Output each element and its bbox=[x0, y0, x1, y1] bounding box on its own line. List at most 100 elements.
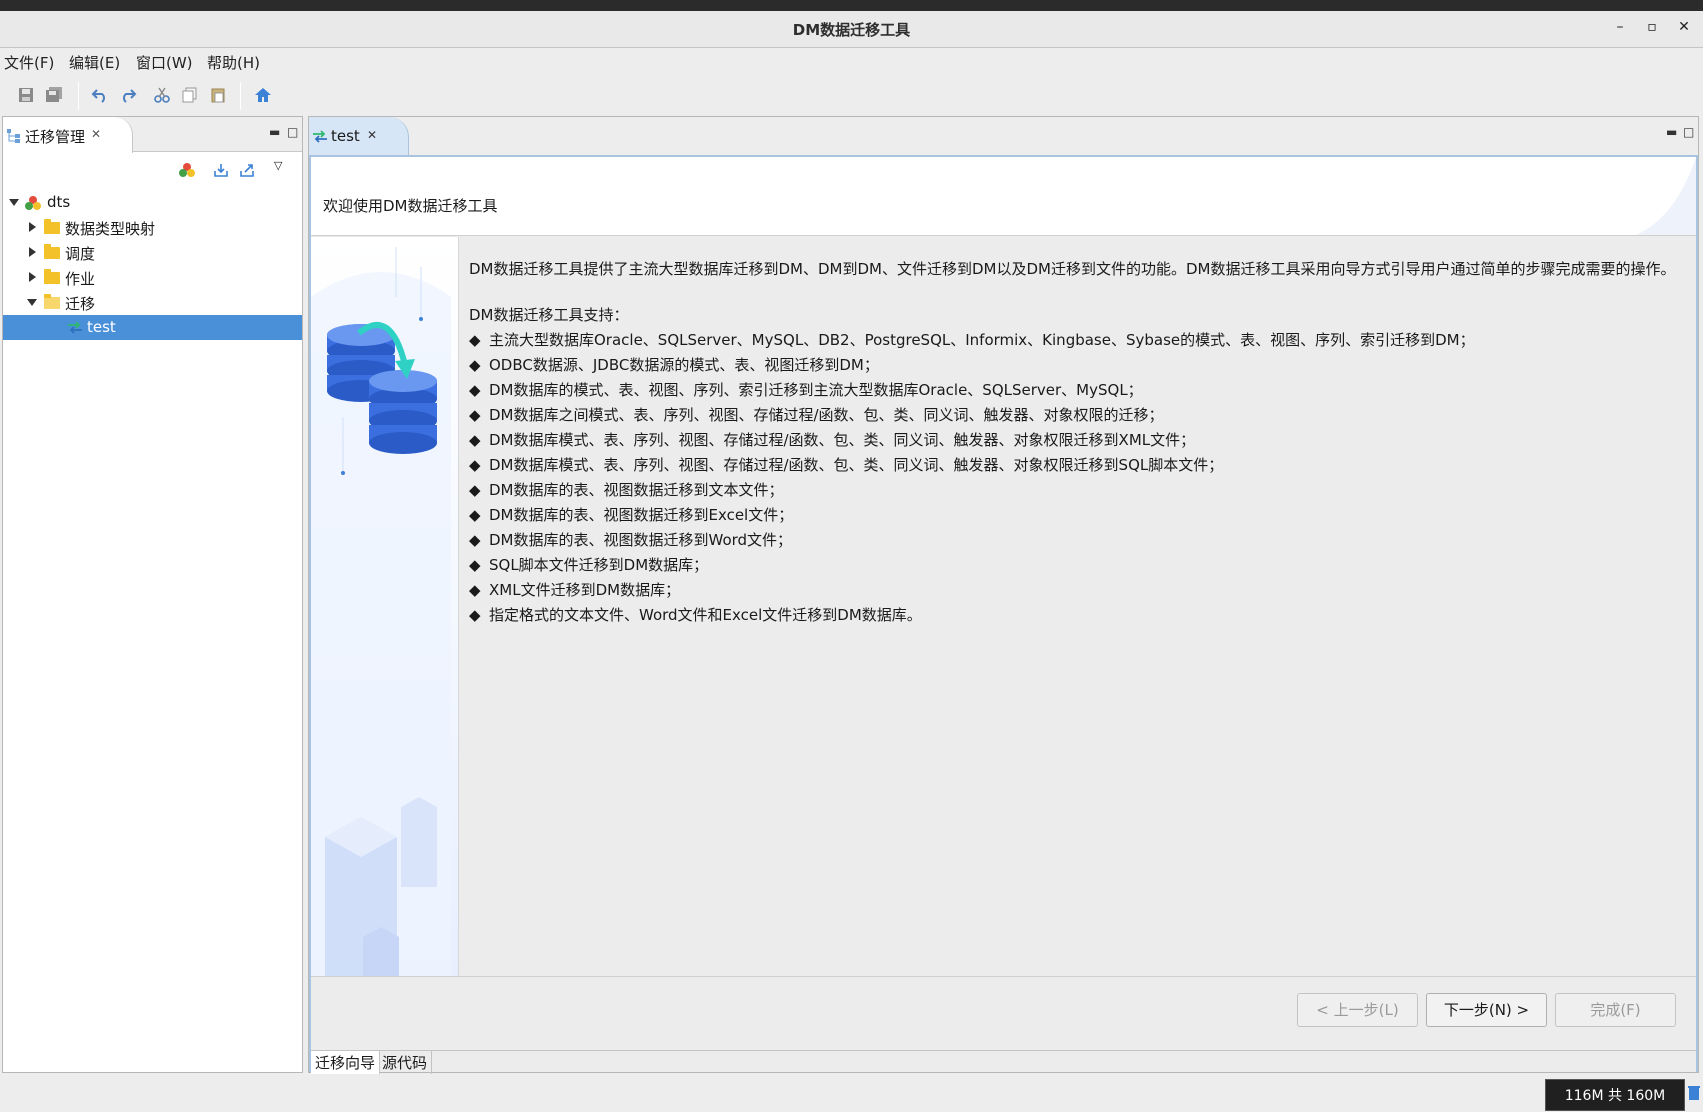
tree-label-root: dts bbox=[47, 193, 71, 211]
collapse-arrow-icon[interactable] bbox=[27, 299, 37, 306]
finish-button[interactable]: 完成(F) bbox=[1555, 993, 1676, 1027]
toolbar-separator bbox=[78, 82, 79, 110]
tab-migration-management[interactable]: 迁移管理 ✕ bbox=[3, 117, 133, 153]
menu-help[interactable]: 帮助(H) bbox=[207, 52, 260, 73]
bullet-icon: ◆ bbox=[469, 606, 481, 624]
intro-text: DM数据迁移工具提供了主流大型数据库迁移到DM、DM到DM、文件迁移到DM以及D… bbox=[469, 260, 1676, 278]
previous-button[interactable]: < 上一步(L) bbox=[1297, 993, 1418, 1027]
tree-view-icon bbox=[7, 129, 21, 147]
support-item-text: DM数据库模式、表、序列、视图、存储过程/函数、包、类、同义词、触发器、对象权限… bbox=[489, 431, 1196, 449]
folder-icon bbox=[44, 219, 60, 234]
support-item: ◆ DM数据库的表、视图数据迁移到文本文件； bbox=[469, 478, 1689, 503]
support-item: ◆ DM数据库的模式、表、视图、序列、索引迁移到主流大型数据库Oracle、SQL… bbox=[469, 378, 1689, 403]
editor-bottom-tabs: 迁移向导 源代码 bbox=[311, 1050, 1696, 1074]
expand-arrow-icon[interactable] bbox=[29, 222, 36, 232]
left-tab-bar: 迁移管理 ✕ ▬ □ bbox=[3, 117, 302, 153]
heap-status: 116M 共 160M bbox=[1545, 1079, 1685, 1111]
view-menu-icon[interactable]: ▽ bbox=[274, 159, 282, 172]
tree-node-job[interactable]: 作业 bbox=[3, 265, 302, 290]
wizard-illustration bbox=[311, 237, 459, 976]
menu-file[interactable]: 文件(F) bbox=[4, 52, 54, 73]
cut-icon[interactable] bbox=[150, 84, 174, 106]
support-item: ◆ DM数据库的表、视图数据迁移到Word文件； bbox=[469, 528, 1689, 553]
tree-node-migration[interactable]: 迁移 bbox=[3, 290, 302, 315]
support-item-text: DM数据库之间模式、表、序列、视图、存储过程/函数、包、类、同义词、触发器、对象… bbox=[489, 406, 1164, 424]
minimize-button[interactable]: – bbox=[1609, 19, 1631, 39]
editor-tab-bar: test ✕ ▬ □ bbox=[309, 117, 1698, 157]
save-icon[interactable] bbox=[14, 84, 38, 106]
header-decoration-icon bbox=[1636, 157, 1696, 235]
support-item: ◆ SQL脚本文件迁移到DM数据库； bbox=[469, 553, 1689, 578]
support-item-text: DM数据库模式、表、序列、视图、存储过程/函数、包、类、同义词、触发器、对象权限… bbox=[489, 456, 1224, 474]
redo-icon[interactable] bbox=[116, 84, 140, 106]
wizard-title: 欢迎使用DM数据迁移工具 bbox=[323, 197, 498, 215]
tree-node-test[interactable]: test bbox=[3, 315, 302, 340]
tree-label: 迁移 bbox=[65, 295, 96, 313]
tree-node-type-mapping[interactable]: 数据类型映射 bbox=[3, 215, 302, 240]
copy-icon[interactable] bbox=[178, 84, 202, 106]
collapse-arrow-icon[interactable] bbox=[9, 199, 19, 206]
garbage-collect-icon[interactable] bbox=[1688, 1085, 1700, 1105]
menu-bar: 文件(F) 编辑(E) 窗口(W) 帮助(H) bbox=[0, 49, 1703, 75]
support-item-text: SQL脚本文件迁移到DM数据库； bbox=[489, 556, 709, 574]
export-icon[interactable] bbox=[239, 162, 255, 182]
toolbar bbox=[0, 77, 1703, 115]
support-item-text: DM数据库的表、视图数据迁移到文本文件； bbox=[489, 481, 784, 499]
menu-edit[interactable]: 编辑(E) bbox=[69, 52, 120, 73]
wizard-page: 欢迎使用DM数据迁移工具 DM数据迁移工具提供了主流大型数据库迁移到DM、DM到… bbox=[309, 155, 1698, 1074]
minimize-view-icon[interactable]: ▬ bbox=[1666, 125, 1677, 139]
support-title: DM数据迁移工具支持： bbox=[469, 306, 629, 324]
support-item-text: ODBC数据源、JDBC数据源的模式、表、视图迁移到DM； bbox=[489, 356, 879, 374]
window-title: DM数据迁移工具 bbox=[792, 21, 911, 39]
support-item-text: DM数据库的表、视图数据迁移到Word文件； bbox=[489, 531, 793, 549]
home-icon[interactable] bbox=[251, 84, 275, 106]
tree-node-root[interactable]: dts bbox=[3, 190, 302, 215]
maximize-view-icon[interactable]: □ bbox=[287, 125, 298, 139]
bullet-icon: ◆ bbox=[469, 581, 481, 599]
bullet-icon: ◆ bbox=[469, 506, 481, 524]
tab-source-code[interactable]: 源代码 bbox=[378, 1051, 433, 1074]
tab-label: test bbox=[331, 127, 360, 145]
import-icon[interactable] bbox=[213, 162, 229, 182]
support-item-text: DM数据库的表、视图数据迁移到Excel文件； bbox=[489, 506, 794, 524]
folder-icon bbox=[44, 269, 60, 284]
bullet-icon: ◆ bbox=[469, 381, 481, 399]
close-tab-icon[interactable]: ✕ bbox=[367, 128, 377, 142]
tree-label: 作业 bbox=[65, 270, 96, 288]
bullet-icon: ◆ bbox=[469, 481, 481, 499]
support-item-text: 主流大型数据库Oracle、SQLServer、MySQL、DB2、Postgr… bbox=[489, 331, 1475, 349]
support-item-text: 指定格式的文本文件、Word文件和Excel文件迁移到DM数据库。 bbox=[489, 606, 922, 624]
expand-arrow-icon[interactable] bbox=[29, 247, 36, 257]
new-project-icon[interactable] bbox=[179, 162, 195, 182]
minimize-view-icon[interactable]: ▬ bbox=[269, 125, 280, 139]
support-item: ◆ DM数据库之间模式、表、序列、视图、存储过程/函数、包、类、同义词、触发器、对… bbox=[469, 403, 1689, 428]
bullet-icon: ◆ bbox=[469, 431, 481, 449]
wizard-button-bar: < 上一步(L) 下一步(N) > 完成(F) bbox=[311, 976, 1696, 1050]
support-list: ◆ 主流大型数据库Oracle、SQLServer、MySQL、DB2、Postg… bbox=[469, 328, 1689, 628]
menu-window[interactable]: 窗口(W) bbox=[136, 52, 193, 73]
tree-label: test bbox=[87, 318, 116, 336]
expand-arrow-icon[interactable] bbox=[29, 272, 36, 282]
save-all-icon[interactable] bbox=[42, 84, 66, 106]
maximize-view-icon[interactable]: □ bbox=[1683, 125, 1694, 139]
tab-test[interactable]: test ✕ bbox=[309, 117, 409, 157]
paste-icon[interactable] bbox=[206, 84, 230, 106]
support-item: ◆ XML文件迁移到DM数据库； bbox=[469, 578, 1689, 603]
tab-migration-wizard[interactable]: 迁移向导 bbox=[311, 1051, 381, 1074]
migration-management-panel: 迁移管理 ✕ ▬ □ ▽ dts 数据类型映射 调度 作业 迁移 test bbox=[2, 116, 303, 1073]
tree-node-schedule[interactable]: 调度 bbox=[3, 240, 302, 265]
tree-label: 数据类型映射 bbox=[65, 220, 156, 238]
undo-icon[interactable] bbox=[88, 84, 112, 106]
window-titlebar: DM数据迁移工具 – ▫ ✕ bbox=[0, 11, 1703, 48]
next-button[interactable]: 下一步(N) > bbox=[1426, 993, 1547, 1027]
maximize-button[interactable]: ▫ bbox=[1641, 19, 1663, 39]
support-item: ◆ 主流大型数据库Oracle、SQLServer、MySQL、DB2、Postg… bbox=[469, 328, 1689, 353]
support-item: ◆ 指定格式的文本文件、Word文件和Excel文件迁移到DM数据库。 bbox=[469, 603, 1689, 628]
close-button[interactable]: ✕ bbox=[1673, 19, 1695, 39]
migration-item-icon bbox=[312, 129, 328, 147]
bullet-icon: ◆ bbox=[469, 406, 481, 424]
status-bar: 116M 共 160M bbox=[0, 1075, 1703, 1111]
close-tab-icon[interactable]: ✕ bbox=[91, 127, 101, 141]
database-migration-icon bbox=[311, 247, 451, 976]
tab-label: 迁移管理 bbox=[25, 128, 86, 146]
